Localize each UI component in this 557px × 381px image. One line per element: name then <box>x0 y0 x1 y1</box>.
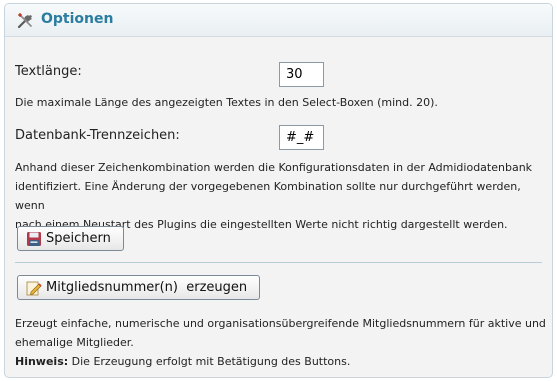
hint-text: Die Erzeugung erfolgt mit Betätigung des… <box>68 355 351 368</box>
section-divider <box>15 262 542 263</box>
pencil-edit-icon <box>26 281 42 295</box>
separator-help-line: identifiziert. Eine Änderung der vorgege… <box>15 180 521 212</box>
generate-button-label: Mitgliedsnummer(n) erzeugen <box>46 280 248 295</box>
generate-hint: Hinweis: Die Erzeugung erfolgt mit Betät… <box>15 352 550 371</box>
generate-info-line: ehemalige Mitglieder. <box>15 336 134 349</box>
separator-label: Datenbank-Trennzeichen: <box>15 128 180 143</box>
options-panel: Optionen Textlänge: Die maximale Länge d… <box>4 3 553 378</box>
generate-member-numbers-button[interactable]: Mitgliedsnummer(n) erzeugen <box>17 275 260 300</box>
text-length-label: Textlänge: <box>15 64 82 79</box>
text-length-input[interactable] <box>279 62 324 87</box>
generate-info: Erzeugt einfache, numerische und organis… <box>15 314 550 371</box>
save-button-label: Speichern <box>46 231 111 246</box>
panel-title: Optionen <box>41 11 114 27</box>
generate-info-line: Erzeugt einfache, numerische und organis… <box>15 317 546 330</box>
text-length-help: Die maximale Länge des angezeigten Texte… <box>15 96 438 109</box>
separator-input[interactable] <box>279 125 324 150</box>
panel-header: Optionen <box>5 4 552 37</box>
save-button[interactable]: Speichern <box>17 226 124 251</box>
floppy-disk-icon <box>27 231 41 246</box>
tools-icon <box>17 12 32 29</box>
hint-label: Hinweis: <box>15 355 69 368</box>
separator-help: Anhand dieser Zeichenkombination werden … <box>15 158 550 234</box>
separator-help-line: Anhand dieser Zeichenkombination werden … <box>15 161 533 174</box>
